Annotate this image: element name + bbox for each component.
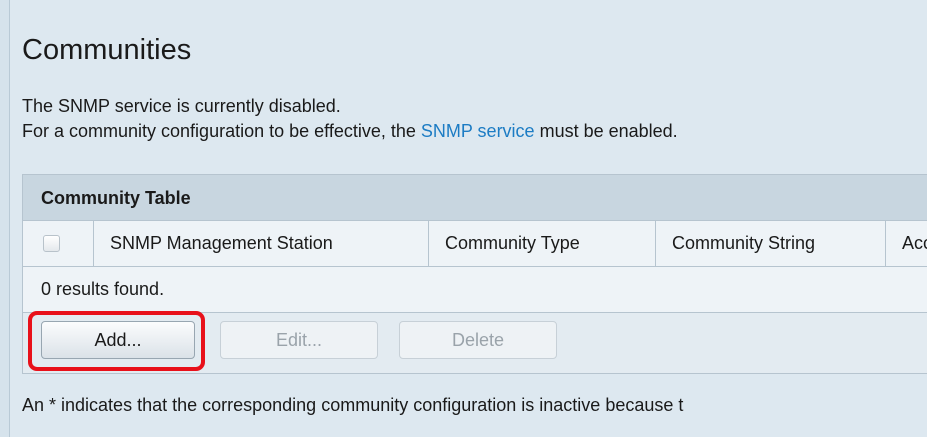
table-button-bar: Add... Edit... Delete	[23, 313, 927, 373]
edit-button[interactable]: Edit...	[220, 321, 378, 359]
column-header-management-station[interactable]: SNMP Management Station	[94, 221, 429, 266]
add-button[interactable]: Add...	[41, 321, 195, 359]
table-title-bar: Community Table	[23, 175, 927, 221]
community-table: Community Table SNMP Management Station …	[22, 174, 927, 374]
delete-button[interactable]: Delete	[399, 321, 557, 359]
snmp-enable-message: For a community configuration to be effe…	[22, 121, 678, 142]
column-header-community-type[interactable]: Community Type	[429, 221, 656, 266]
column-header-access[interactable]: Acce	[886, 221, 927, 266]
select-all-cell	[23, 221, 94, 266]
snmp-disabled-message: The SNMP service is currently disabled.	[22, 96, 341, 116]
column-header-community-string[interactable]: Community String	[656, 221, 886, 266]
results-count: 0 results found.	[41, 279, 165, 299]
table-header-row: SNMP Management Station Community Type C…	[23, 221, 927, 267]
message-prefix: For a community configuration to be effe…	[22, 121, 421, 141]
inactive-footnote: An * indicates that the corresponding co…	[22, 395, 684, 415]
results-status-row: 0 results found.	[23, 267, 927, 313]
select-all-checkbox[interactable]	[43, 235, 60, 252]
table-title: Community Table	[41, 188, 191, 208]
snmp-service-link[interactable]: SNMP service	[421, 121, 535, 141]
message-suffix: must be enabled.	[534, 121, 678, 141]
page-title: Communities	[22, 34, 192, 66]
